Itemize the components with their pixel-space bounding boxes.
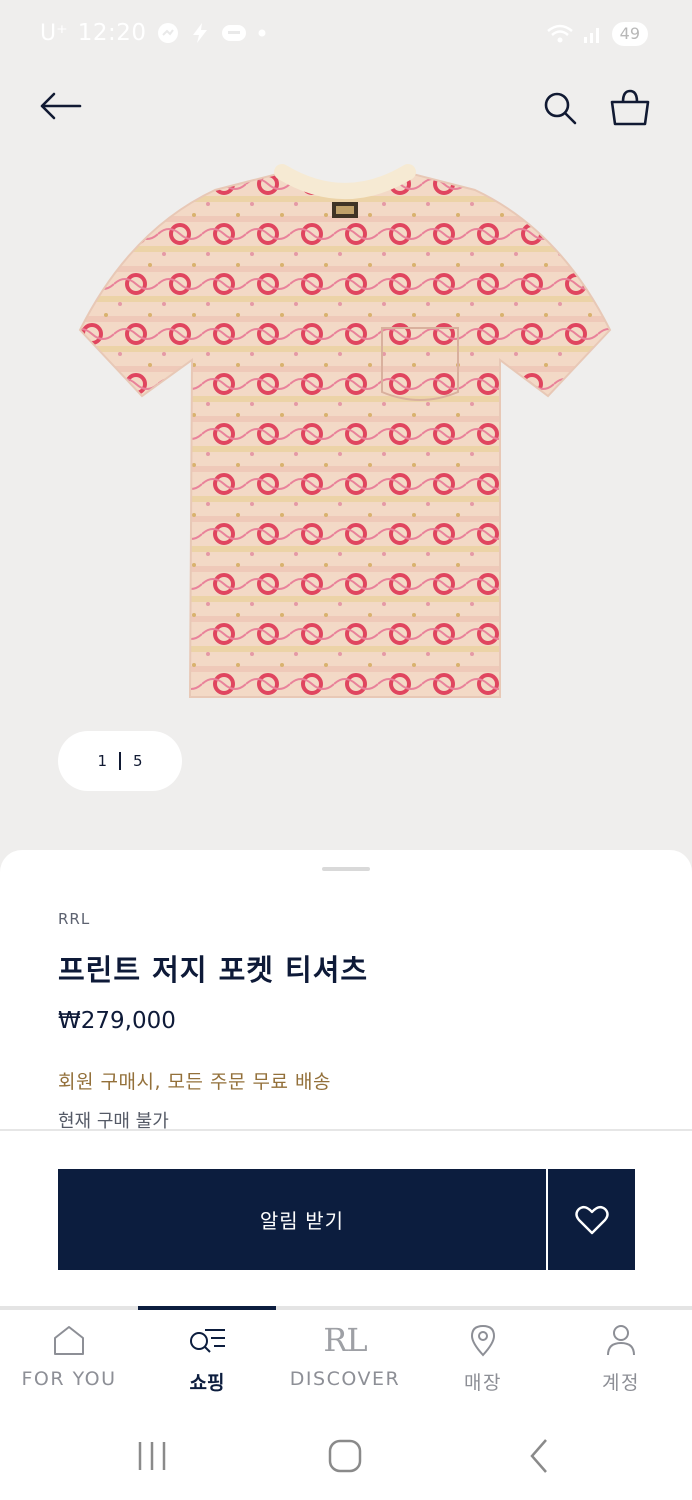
sheet-handle[interactable]	[322, 867, 370, 871]
person-icon	[607, 1325, 635, 1356]
status-bar: U⁺ 12:20 49	[0, 0, 692, 72]
home-icon	[54, 1326, 84, 1355]
tab-for-you[interactable]: FOR YOU	[0, 1320, 138, 1410]
signal-icon	[583, 28, 599, 43]
promo-text: 회원 구매시, 모든 주문 무료 배송	[58, 1071, 331, 1093]
tab-label-discover: DISCOVER	[289, 1368, 401, 1390]
dot-status-icon	[258, 29, 266, 37]
system-back-icon[interactable]	[522, 1436, 556, 1476]
wishlist-button[interactable]	[548, 1169, 635, 1270]
pager-current: 1	[97, 752, 107, 770]
tab-label-account: 계정	[602, 1372, 640, 1394]
battery-indicator: 49	[611, 22, 648, 46]
shopping-search-icon	[190, 1329, 225, 1353]
tab-label-store: 매장	[464, 1372, 502, 1394]
pager-separator	[119, 752, 121, 770]
search-icon[interactable]	[540, 88, 580, 128]
rl-logo-icon: RL	[323, 1321, 367, 1359]
cta-row: 알림 받기	[58, 1169, 635, 1270]
tab-label-shopping: 쇼핑	[189, 1372, 225, 1394]
tab-discover[interactable]: RL DISCOVER	[276, 1320, 414, 1410]
status-time: 12:20	[77, 20, 147, 46]
top-nav	[0, 72, 692, 144]
tab-account[interactable]: 계정	[552, 1320, 690, 1410]
product-price: ₩279,000	[58, 1008, 176, 1034]
product-title: 프린트 저지 포켓 티셔츠	[58, 953, 369, 987]
pager-total: 5	[133, 752, 143, 770]
status-right: 49	[546, 22, 648, 46]
chat-status-icon	[221, 25, 246, 41]
bottom-tab-bar: FOR YOU 쇼핑 RL DISCOVER 매장 계정	[0, 1306, 692, 1416]
shopping-bag-icon[interactable]	[608, 88, 652, 128]
tab-shopping[interactable]: 쇼핑	[138, 1320, 276, 1410]
tab-store[interactable]: 매장	[414, 1320, 552, 1410]
location-pin-icon	[470, 1324, 496, 1357]
carrier-label: U⁺	[40, 20, 68, 46]
heart-icon	[574, 1205, 609, 1234]
wifi-icon	[546, 24, 573, 43]
status-left: U⁺ 12:20	[40, 20, 267, 46]
tab-bar-border	[0, 1306, 692, 1310]
active-tab-indicator	[138, 1306, 276, 1310]
product-image[interactable]	[70, 160, 622, 705]
brand-label: RRL	[58, 910, 91, 928]
tab-label-for-you: FOR YOU	[21, 1368, 117, 1390]
home-button-icon[interactable]	[326, 1436, 364, 1476]
image-pager: 1 5	[58, 731, 182, 791]
back-arrow-icon[interactable]	[36, 86, 84, 126]
system-nav-bar	[0, 1416, 692, 1500]
notify-button[interactable]: 알림 받기	[58, 1169, 546, 1270]
divider	[0, 1129, 692, 1131]
messenger-status-icon	[157, 23, 178, 43]
recents-icon[interactable]	[132, 1438, 172, 1474]
lightning-status-icon	[192, 23, 207, 43]
